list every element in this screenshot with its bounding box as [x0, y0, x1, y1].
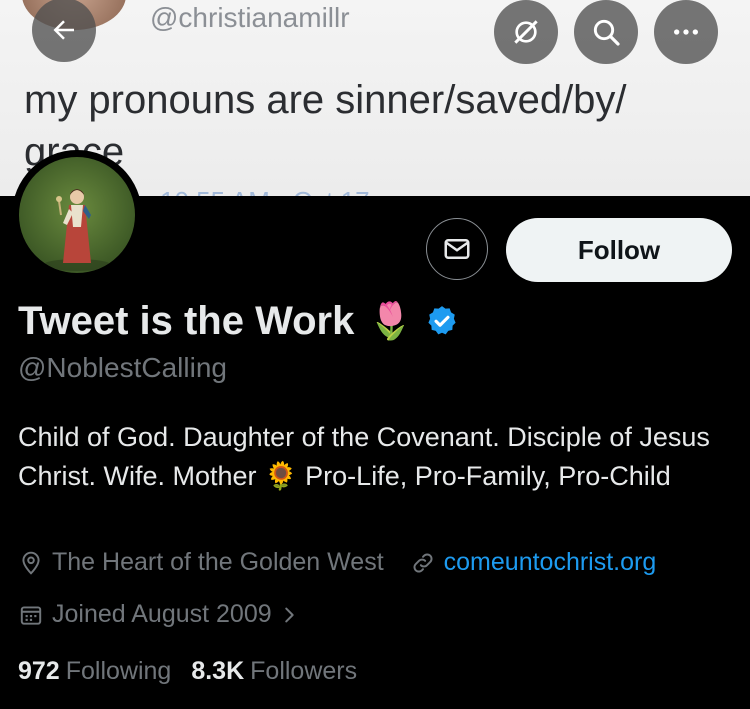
chevron-right-icon	[284, 607, 294, 622]
tulip-emoji: 🌷	[368, 300, 414, 341]
mail-icon	[444, 239, 470, 259]
back-button[interactable]	[32, 0, 96, 62]
verified-badge-icon[interactable]	[425, 304, 459, 338]
banner-tweet-text: my pronouns are sinner/saved/by/ grace	[24, 78, 627, 174]
banner-faded-text: 10:55 AM · Oct 17	[160, 186, 370, 196]
message-button[interactable]	[426, 218, 488, 280]
profile-name-row: Tweet is the Work 🌷	[18, 296, 459, 346]
website-link[interactable]: comeuntochrist.org	[444, 548, 657, 577]
following-count: 972	[18, 657, 60, 685]
eye-slash-icon	[514, 20, 538, 44]
location-item: The Heart of the Golden West	[18, 548, 384, 577]
location-pin-icon	[22, 551, 40, 575]
banner-handle: @christianamillr	[150, 2, 350, 33]
joined-text: Joined August 2009	[52, 600, 272, 628]
followers-label: Followers	[250, 657, 358, 685]
more-icon	[674, 29, 698, 35]
follow-stats: 972 Following 8.3K Followers	[18, 657, 357, 686]
profile-handle: @NoblestCalling	[18, 352, 227, 383]
followers-stat[interactable]: 8.3K Followers	[191, 657, 357, 686]
following-stat[interactable]: 972 Following	[18, 657, 171, 686]
link-icon	[413, 553, 433, 572]
search-icon	[593, 19, 620, 46]
location-text: The Heart of the Golden West	[52, 548, 384, 576]
calendar-icon	[20, 605, 42, 625]
followers-count: 8.3K	[191, 657, 245, 685]
joined-row[interactable]: Joined August 2009	[18, 600, 300, 629]
profile-bio: Child of God. Daughter of the Covenant. …	[18, 422, 710, 491]
avatar-image	[19, 157, 135, 273]
display-name: Tweet is the Work	[18, 298, 355, 343]
following-label: Following	[65, 657, 172, 685]
website-item[interactable]: comeuntochrist.org	[410, 548, 657, 577]
hide-button[interactable]	[494, 0, 558, 64]
back-arrow-icon	[53, 20, 74, 40]
search-button[interactable]	[574, 0, 638, 64]
follow-button[interactable]: Follow	[506, 218, 732, 282]
more-button[interactable]	[654, 0, 718, 64]
woman-figure-illustration	[43, 189, 111, 271]
profile-meta-row: The Heart of the Golden West comeuntochr…	[18, 548, 656, 577]
profile-avatar[interactable]	[12, 150, 142, 280]
